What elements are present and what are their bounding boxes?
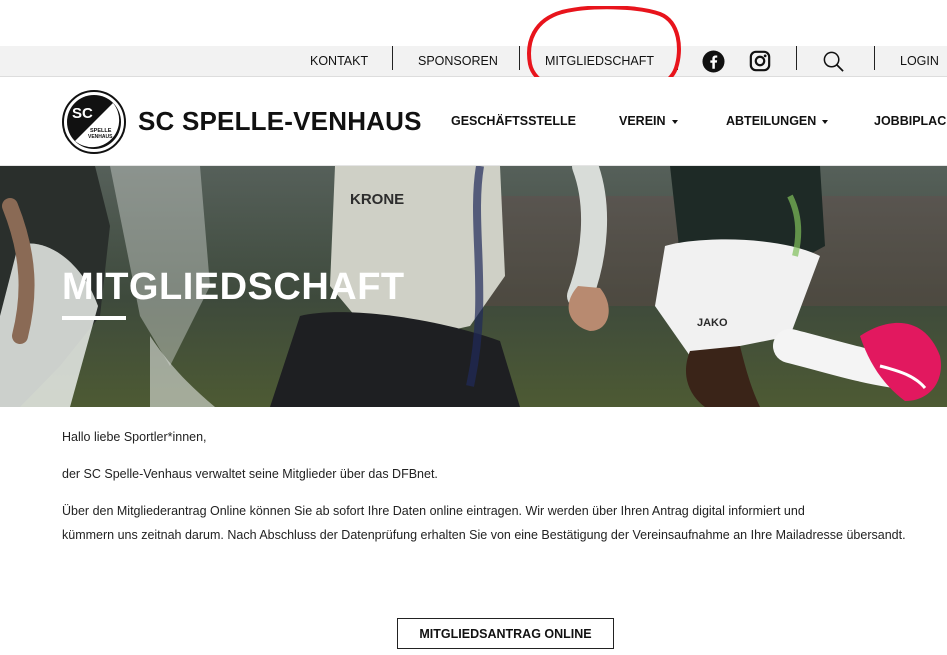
topbar-divider	[796, 46, 797, 70]
topbar-link-sponsoren[interactable]: SPONSOREN	[418, 46, 498, 77]
instagram-icon[interactable]	[748, 49, 772, 73]
login-link[interactable]: LOGIN	[900, 46, 939, 77]
membership-application-button[interactable]: MITGLIEDSANTRAG ONLINE	[397, 618, 614, 649]
nav-label: ABTEILUNGEN	[726, 114, 817, 128]
nav-label: GESCHÄFTSSTELLE	[451, 114, 577, 128]
topbar-divider	[392, 46, 393, 70]
nav-jobbiplace[interactable]: JOBBIPLACE	[874, 114, 947, 128]
search-icon[interactable]	[821, 49, 845, 73]
info-text-line: Über den Mitgliederantrag Online können …	[62, 504, 805, 518]
hero-banner: KRONE JAKO MITGLIEDSCHAFT	[0, 166, 947, 407]
nav-label: JOBBIPLACE	[874, 114, 947, 128]
title-underline	[62, 316, 126, 320]
topbar-link-mitgliedschaft[interactable]: MITGLIEDSCHAFT	[545, 46, 654, 77]
top-utility-bar: KONTAKT SPONSOREN MITGLIEDSCHAFT LOGIN	[0, 46, 947, 77]
nav-geschaeftsstelle[interactable]: GESCHÄFTSSTELLE	[451, 114, 576, 128]
caret-down-icon	[822, 119, 829, 124]
club-logo[interactable]: SC SPELLE VENHAUS	[62, 90, 126, 154]
logo-letters: SC	[72, 105, 93, 122]
greeting-text: Hallo liebe Sportler*innen,	[62, 430, 207, 444]
site-brand[interactable]: SC SPELLE-VENHAUS	[138, 106, 422, 137]
topbar-divider	[519, 46, 520, 70]
topbar-link-kontakt[interactable]: KONTAKT	[310, 46, 368, 77]
nav-label: VEREIN	[619, 114, 666, 128]
nav-verein[interactable]: VEREIN	[619, 114, 678, 128]
facebook-icon[interactable]	[701, 49, 725, 73]
content-section: Hallo liebe Sportler*innen, der SC Spell…	[62, 425, 932, 560]
intro-text: der SC Spelle-Venhaus verwaltet seine Mi…	[62, 467, 438, 481]
shirt-sponsor-text: KRONE	[350, 191, 404, 208]
page-title: MITGLIEDSCHAFT	[62, 266, 405, 308]
topbar-divider	[874, 46, 875, 70]
info-text-line: kümmern uns zeitnah darum. Nach Abschlus…	[62, 528, 906, 542]
logo-small-text: VENHAUS	[88, 134, 113, 140]
shorts-brand-text: JAKO	[697, 317, 728, 329]
caret-down-icon	[671, 119, 678, 124]
main-header: SC SPELLE VENHAUS SC SPELLE-VENHAUS GESC…	[0, 77, 947, 166]
topbar-divider	[677, 46, 678, 70]
nav-abteilungen[interactable]: ABTEILUNGEN	[726, 114, 829, 128]
